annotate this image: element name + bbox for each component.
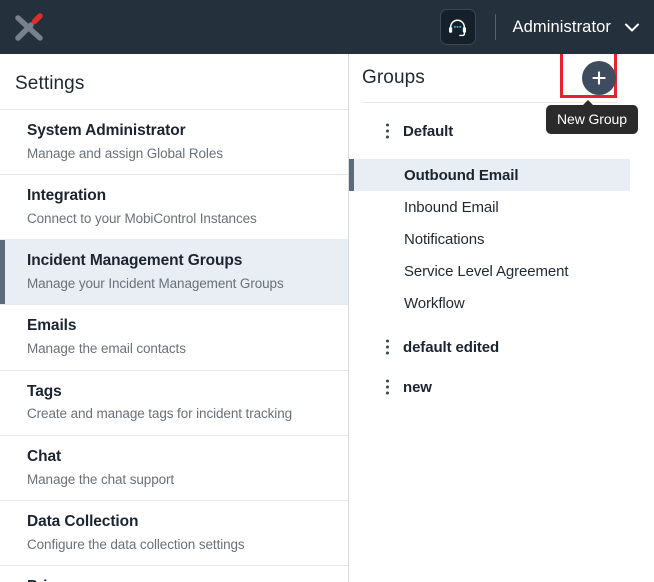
sidebar-item-data-collection[interactable]: Data Collection Configure the data colle… xyxy=(0,499,348,565)
group-label: default edited xyxy=(403,338,500,356)
sidebar-item-desc: Manage the email contacts xyxy=(27,341,186,357)
topbar-right-cluster: Administrator xyxy=(439,0,641,54)
headset-icon xyxy=(449,19,466,36)
vertical-dots-icon[interactable] xyxy=(380,339,394,355)
chevron-down-glyph xyxy=(625,23,639,31)
vertical-dots-icon[interactable] xyxy=(380,123,394,139)
vertical-dots-icon[interactable] xyxy=(380,379,394,395)
new-group-button[interactable] xyxy=(582,61,616,95)
sidebar-item-title: Tags xyxy=(27,382,62,400)
group-child-label: Notifications xyxy=(404,230,485,248)
sidebar-item-title: Emails xyxy=(27,317,77,335)
top-bar: Administrator xyxy=(0,0,654,54)
group-child-service-level-agreement[interactable]: Service Level Agreement xyxy=(349,255,630,287)
settings-title: Settings xyxy=(15,73,85,94)
sidebar-item-privacy[interactable]: Privacy Manage data privacy of users and… xyxy=(0,564,348,582)
group-child-outbound-email[interactable]: Outbound Email xyxy=(349,159,630,191)
support-button[interactable] xyxy=(439,9,476,45)
admin-user-label[interactable]: Administrator xyxy=(513,18,612,37)
group-child-workflow[interactable]: Workflow xyxy=(349,287,630,319)
sidebar-item-emails[interactable]: Emails Manage the email contacts xyxy=(0,304,348,370)
chevron-down-icon[interactable] xyxy=(624,22,640,33)
group-label: new xyxy=(403,378,432,396)
group-children-spacer xyxy=(349,147,630,159)
group-child-label: Outbound Email xyxy=(404,166,519,184)
settings-panel: Settings System Administrator Manage and… xyxy=(0,54,348,582)
sidebar-item-desc: Connect to your MobiControl Instances xyxy=(27,211,257,227)
sidebar-item-system-administrator[interactable]: System Administrator Manage and assign G… xyxy=(0,109,348,175)
groups-header: Groups xyxy=(349,54,630,102)
sidebar-item-desc: Configure the data collection settings xyxy=(27,536,245,552)
group-child-label: Service Level Agreement xyxy=(404,262,569,280)
sidebar-item-title: Incident Management Groups xyxy=(27,252,243,270)
group-child-label: Inbound Email xyxy=(404,198,499,216)
settings-list: System Administrator Manage and assign G… xyxy=(0,109,348,582)
sidebar-item-chat[interactable]: Chat Manage the chat support xyxy=(0,434,348,500)
sidebar-item-desc: Manage and assign Global Roles xyxy=(27,145,223,161)
sidebar-item-desc: Create and manage tags for incident trac… xyxy=(27,406,293,422)
topbar-separator xyxy=(494,14,496,40)
new-group-tooltip: New Group xyxy=(546,100,638,134)
group-row-default-edited[interactable]: default edited xyxy=(349,331,630,363)
group-child-inbound-email[interactable]: Inbound Email xyxy=(349,191,630,223)
sidebar-item-title: Chat xyxy=(27,447,62,465)
sidebar-item-title: Integration xyxy=(27,187,106,205)
sidebar-item-incident-management-groups[interactable]: Incident Management Groups Manage your I… xyxy=(0,239,348,305)
soti-x-logo-glyph xyxy=(15,13,43,41)
groups-title: Groups xyxy=(362,67,425,88)
sidebar-item-tags[interactable]: Tags Create and manage tags for incident… xyxy=(0,369,348,435)
group-label: Default xyxy=(403,122,454,140)
new-group-control xyxy=(560,54,617,98)
plus-icon xyxy=(592,71,606,85)
sidebar-item-title: Data Collection xyxy=(27,512,139,530)
sidebar-item-title: System Administrator xyxy=(27,122,186,139)
sidebar-item-desc: Manage your Incident Management Groups xyxy=(27,276,284,292)
sidebar-item-integration[interactable]: Integration Connect to your MobiControl … xyxy=(0,174,348,240)
sidebar-item-desc: Manage the chat support xyxy=(27,471,175,487)
group-gap-spacer xyxy=(349,363,630,371)
group-gap-spacer xyxy=(349,319,630,331)
group-child-notifications[interactable]: Notifications xyxy=(349,223,630,255)
sidebar-item-title: Privacy xyxy=(27,577,333,582)
group-row-new[interactable]: new xyxy=(349,371,630,403)
group-child-label: Workflow xyxy=(404,294,465,312)
soti-x-logo[interactable] xyxy=(2,0,56,54)
